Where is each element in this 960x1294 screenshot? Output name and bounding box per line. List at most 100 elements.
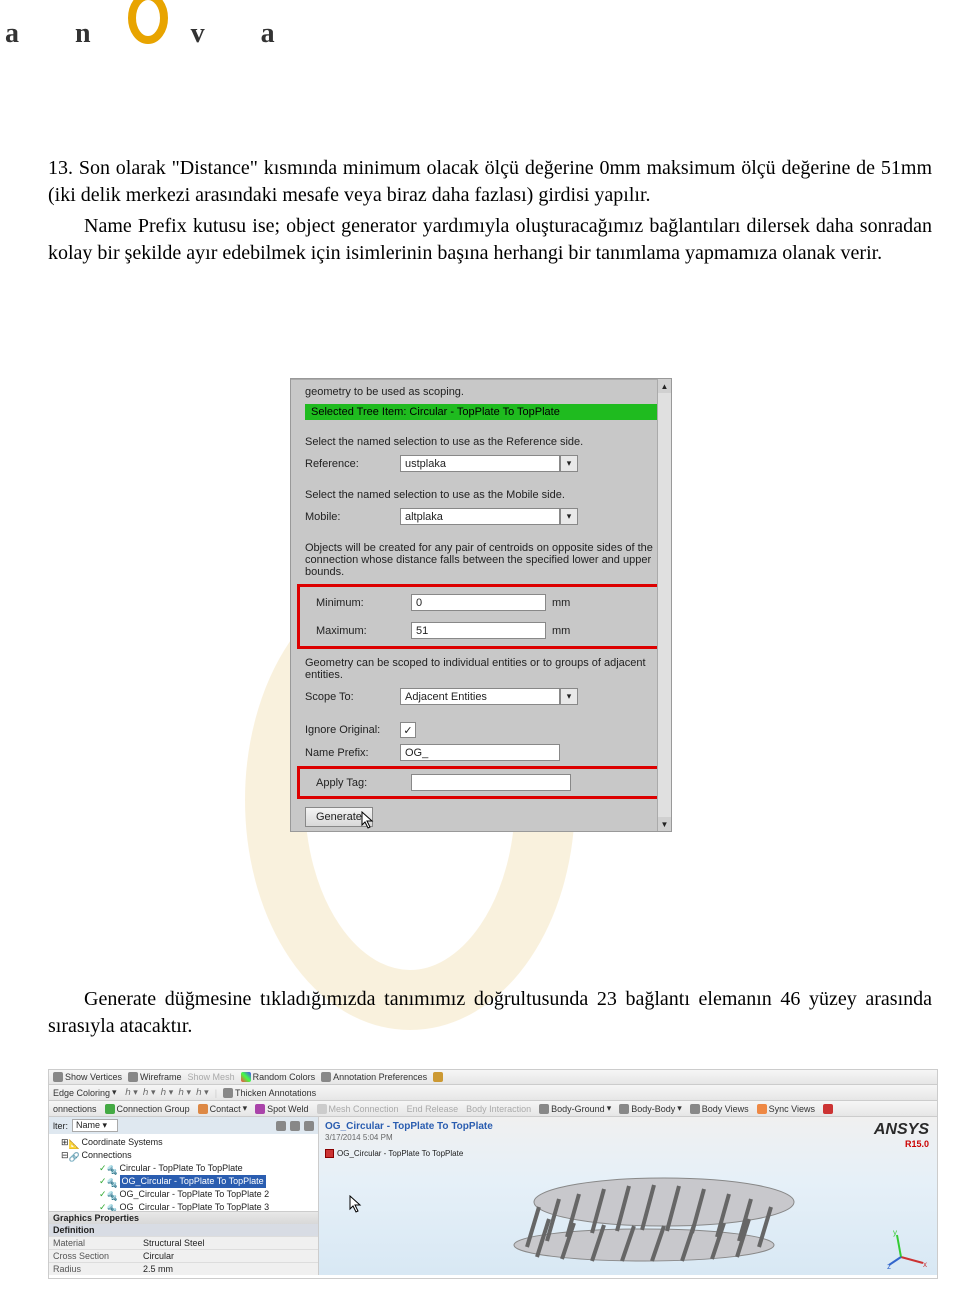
apply-tag-input[interactable] <box>411 774 571 791</box>
mesh-connection-button[interactable]: Mesh Connection <box>317 1104 399 1114</box>
main-text: 13. Son olarak "Distance" kısmında minim… <box>48 155 932 267</box>
tree-item[interactable]: ✓🔩OG_Circular - TopPlate To TopPlate 2 <box>51 1188 318 1201</box>
thicken-button[interactable]: Thicken Annotations <box>223 1088 316 1098</box>
outline-tree: lter: Name ▾ ⊞ 📐Coordinate Systems ⊟ 🔗Co… <box>49 1117 319 1275</box>
unit-mm: mm <box>552 597 570 609</box>
annotation-icon <box>321 1072 331 1082</box>
view-date: 3/17/2014 5:04 PM <box>325 1133 393 1142</box>
logo-text: a n v a <box>5 18 289 49</box>
toolbar-icon[interactable] <box>823 1104 833 1114</box>
distance-highlight: Minimum: 0 mm Maximum: 51 mm <box>297 584 665 649</box>
tree-node: ⊟ 🔗Connections <box>51 1149 318 1162</box>
minimum-input[interactable]: 0 <box>411 594 546 611</box>
reference-combo[interactable]: ustplaka <box>400 455 560 472</box>
chevron-down-icon[interactable]: ▾ <box>560 688 578 705</box>
joint-icon: 🔩 <box>107 1190 117 1200</box>
contact-button[interactable]: Contact ▾ <box>198 1103 248 1114</box>
ansys-toolbar-1: Show Vertices Wireframe Show Mesh Random… <box>49 1070 937 1085</box>
sync-views-button[interactable]: Sync Views <box>757 1104 815 1114</box>
spotweld-icon <box>255 1104 265 1114</box>
wireframe-icon <box>128 1072 138 1082</box>
group-icon <box>105 1104 115 1114</box>
filter-select[interactable]: Name ▾ <box>72 1119 118 1132</box>
material-val[interactable]: Structural Steel <box>139 1237 209 1249</box>
body-ground-button[interactable]: Body-Ground ▾ <box>539 1103 611 1114</box>
views-icon <box>690 1104 700 1114</box>
end-release-button[interactable]: End Release <box>407 1104 459 1114</box>
scope-combo[interactable]: Adjacent Entities <box>400 688 560 705</box>
wireframe-button[interactable]: Wireframe <box>128 1072 182 1082</box>
edge-coloring-button[interactable]: Edge Coloring ▾ <box>53 1087 117 1098</box>
view-title: OG_Circular - TopPlate To TopPlate <box>325 1121 493 1132</box>
connection-group-button[interactable]: Connection Group <box>105 1104 190 1114</box>
connections-menu[interactable]: onnections <box>53 1104 97 1114</box>
ansys-brand: ANSYS <box>874 1121 929 1139</box>
random-colors-icon <box>241 1072 251 1082</box>
scrollbar[interactable]: ▲▼ <box>657 379 671 831</box>
ansys-toolbar-2: Edge Coloring ▾ ℎ ▾ ℎ ▾ ℎ ▾ ℎ ▾ ℎ ▾ | Th… <box>49 1085 937 1101</box>
cursor-icon <box>361 811 375 829</box>
edge-options[interactable]: ℎ ▾ ℎ ▾ ℎ ▾ ℎ ▾ ℎ ▾ <box>123 1087 209 1098</box>
show-mesh-button[interactable]: Show Mesh <box>188 1072 235 1082</box>
body-views-button[interactable]: Body Views <box>690 1104 749 1114</box>
paragraph-1: 13. Son olarak "Distance" kısmında minim… <box>48 155 932 209</box>
chevron-down-icon[interactable]: ▾ <box>560 508 578 525</box>
ansys-screenshot: Show Vertices Wireframe Show Mesh Random… <box>48 1069 938 1279</box>
ignore-original-checkbox[interactable]: ✓ <box>400 722 416 738</box>
chevron-down-icon[interactable]: ▾ <box>560 455 578 472</box>
apply-tag-highlight: Apply Tag: <box>297 766 665 799</box>
tree-node: ⊞ 📐Coordinate Systems <box>51 1136 318 1149</box>
ansys-logo: ANSYS R15.0 <box>874 1121 929 1149</box>
expand-icon[interactable] <box>290 1121 300 1131</box>
annotation-prefs-button[interactable]: Annotation Preferences <box>321 1072 427 1082</box>
thicken-icon <box>223 1088 233 1098</box>
body-body-button[interactable]: Body-Body ▾ <box>619 1103 682 1114</box>
toolbar-icon[interactable] <box>433 1072 443 1082</box>
apply-tag-label: Apply Tag: <box>316 777 411 789</box>
distance-text: Objects will be created for any pair of … <box>291 528 671 582</box>
object-generator-panel: ▲▼ geometry to be used as scoping. Selec… <box>290 378 672 832</box>
paragraph-2: Name Prefix kutusu ise; object generator… <box>48 213 932 267</box>
random-colors-button[interactable]: Random Colors <box>241 1072 316 1082</box>
logo-o-icon <box>128 10 168 62</box>
svg-text:z: z <box>887 1262 891 1269</box>
mobile-text: Select the named selection to use as the… <box>291 475 671 505</box>
material-key: Material <box>49 1237 139 1249</box>
sync-icon <box>757 1104 767 1114</box>
contact-icon <box>198 1104 208 1114</box>
maximum-input[interactable]: 51 <box>411 622 546 639</box>
collapse-icon[interactable] <box>304 1121 314 1131</box>
reference-label: Reference: <box>305 458 400 470</box>
tree-item[interactable]: ✓🔩OG_Circular - TopPlate To TopPlate <box>51 1175 318 1188</box>
3d-viewport[interactable]: OG_Circular - TopPlate To TopPlate 3/17/… <box>319 1117 937 1275</box>
vertex-icon <box>53 1072 63 1082</box>
mesh-icon <box>317 1104 327 1114</box>
body-interaction-button[interactable]: Body Interaction <box>466 1104 531 1114</box>
name-prefix-label: Name Prefix: <box>305 747 400 759</box>
radius-val[interactable]: 2.5 mm <box>139 1263 177 1275</box>
anova-logo: a n v a <box>5 10 289 62</box>
name-prefix-input[interactable]: OG_ <box>400 744 560 761</box>
cross-val[interactable]: Circular <box>139 1250 178 1262</box>
ansys-toolbar-3: onnections Connection Group Contact ▾ Sp… <box>49 1101 937 1117</box>
svg-text:x: x <box>923 1260 927 1269</box>
filter-row: lter: Name ▾ <box>49 1117 318 1134</box>
tree-item[interactable]: ✓🔩Circular - TopPlate To TopPlate <box>51 1162 318 1175</box>
cross-key: Cross Section <box>49 1250 139 1262</box>
coord-icon: 📐 <box>69 1138 79 1148</box>
spot-weld-button[interactable]: Spot Weld <box>255 1104 308 1114</box>
scope-label: Scope To: <box>305 691 400 703</box>
body-icon <box>619 1104 629 1114</box>
props-header: Graphics Properties <box>49 1212 319 1224</box>
ansys-version: R15.0 <box>874 1139 929 1149</box>
cursor-icon <box>349 1195 363 1213</box>
filter-icon[interactable] <box>276 1121 286 1131</box>
ground-icon <box>539 1104 549 1114</box>
joint-icon: 🔩 <box>107 1177 117 1187</box>
show-vertices-button[interactable]: Show Vertices <box>53 1072 122 1082</box>
axis-triad[interactable]: x y z <box>887 1227 929 1269</box>
mobile-label: Mobile: <box>305 511 400 523</box>
mobile-combo[interactable]: altplaka <box>400 508 560 525</box>
unit-mm: mm <box>552 625 570 637</box>
scoping-text: geometry to be used as scoping. <box>291 379 671 402</box>
